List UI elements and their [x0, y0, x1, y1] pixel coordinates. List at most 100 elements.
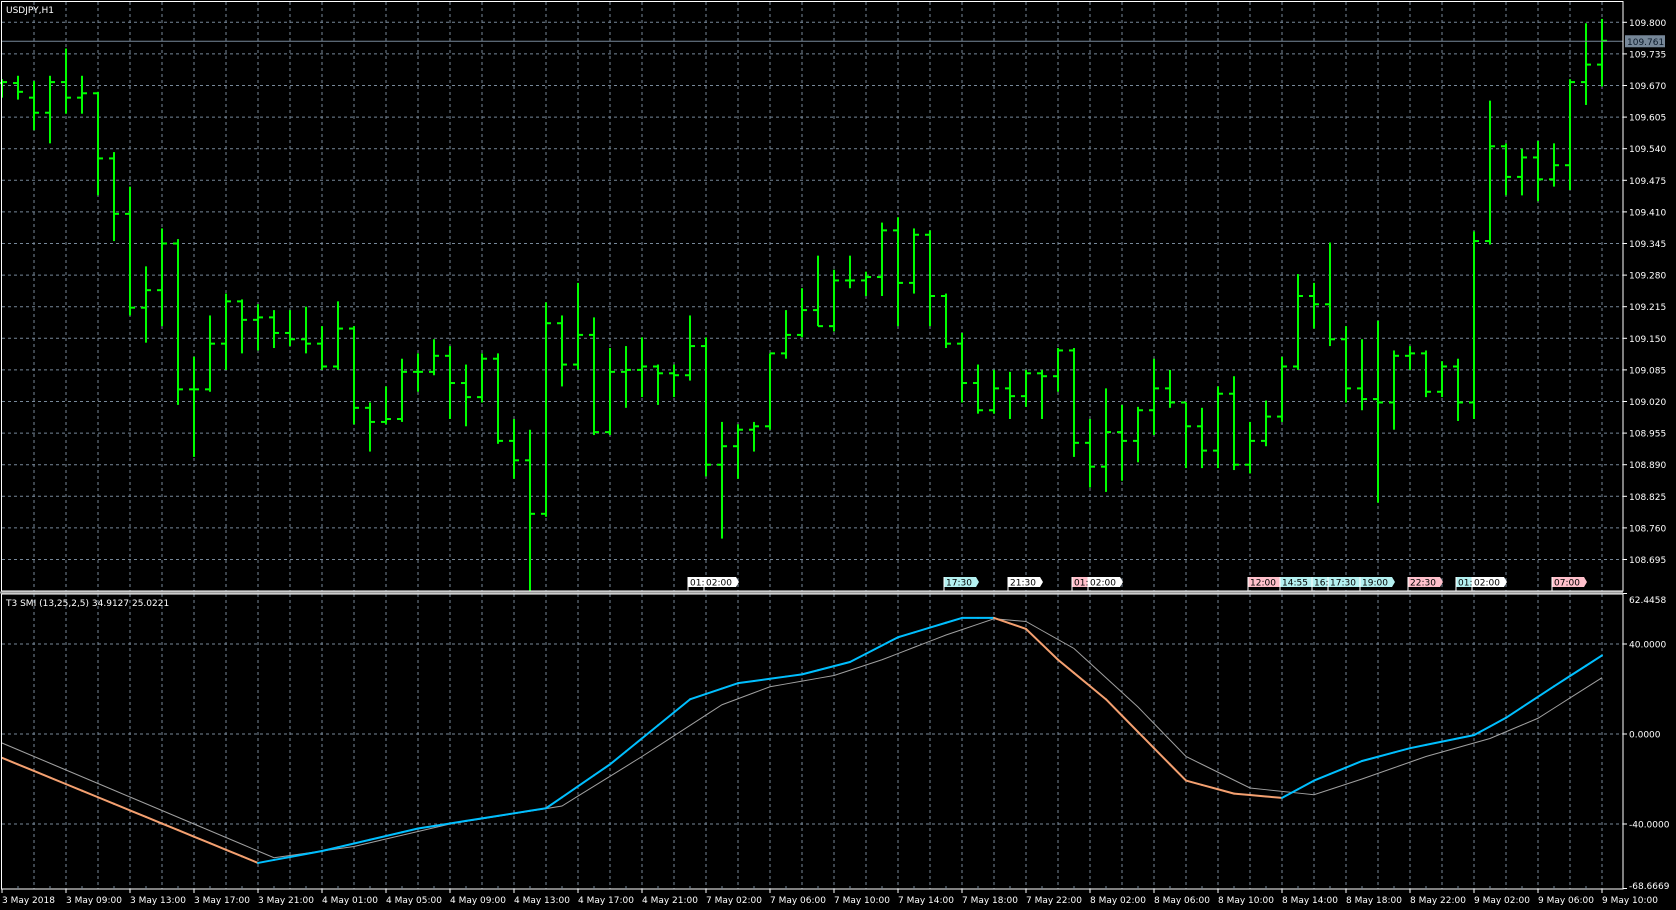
ohlc-bar [1277, 357, 1287, 422]
smi-line-rising [530, 808, 546, 811]
smi-line-falling [1234, 794, 1250, 795]
ohlc-bar [925, 230, 935, 326]
ohlc-bar [1389, 350, 1399, 429]
smi-line-rising [1506, 707, 1522, 718]
smi-line-falling [194, 837, 210, 844]
price-axis-label: 109.150 [1629, 335, 1666, 345]
chart-window: 01:02:0017:3021:3001:02:0012:0014:5516:1… [0, 0, 1676, 910]
smi-line-rising [722, 683, 738, 688]
ohlc-bar [1261, 401, 1271, 447]
ohlc-bar [957, 333, 967, 403]
ohlc-bar [1325, 243, 1335, 347]
smi-line-rising [690, 694, 706, 699]
event-label: 17:30 [946, 579, 972, 589]
smi-line-falling [1266, 796, 1282, 797]
time-axis-label: 4 May 05:00 [386, 896, 442, 906]
event-label: 16: [1314, 579, 1328, 589]
smi-line-falling [1058, 660, 1074, 673]
ohlc-bar [1453, 359, 1463, 421]
ohlc-bar [1037, 370, 1047, 419]
smi-line-falling [1202, 785, 1218, 789]
ohlc-bar [1229, 376, 1239, 470]
smi-line-rising [754, 679, 770, 681]
event-marker: 12:00 [1248, 577, 1283, 591]
ohlc-bar [525, 430, 535, 593]
smi-line-falling [1138, 732, 1154, 748]
ohlc-bar [845, 256, 855, 289]
time-axis-label: 7 May 18:00 [962, 896, 1018, 906]
ohlc-bar [1245, 422, 1255, 474]
smi-line-rising [626, 738, 642, 751]
ohlc-bar [1005, 372, 1015, 419]
ohlc-bar [1597, 19, 1607, 87]
smi-line-falling [82, 791, 98, 798]
price-axis-label: 108.695 [1629, 556, 1666, 566]
event-marker: 02:00 [1088, 577, 1123, 591]
ohlc-bar [653, 365, 663, 405]
ohlc-bar [1437, 361, 1447, 397]
time-axis-label: 4 May 13:00 [514, 896, 570, 906]
smi-line-rising [674, 699, 690, 712]
price-axis-label: 109.020 [1629, 398, 1666, 408]
ohlc-bar [1421, 350, 1431, 397]
smi-line-rising [706, 689, 722, 694]
smi-line-falling [1090, 686, 1106, 699]
smi-line-falling [114, 804, 130, 811]
time-axis-label: 8 May 06:00 [1154, 896, 1210, 906]
smi-line-rising [1474, 726, 1490, 735]
ohlc-bar [589, 317, 599, 435]
ohlc-bar [637, 337, 647, 397]
smi-line-falling [34, 771, 50, 778]
event-label: 21:30 [1010, 579, 1036, 589]
smi-line-falling [210, 843, 226, 850]
ohlc-bar [1501, 143, 1511, 195]
smi-line-falling [50, 778, 66, 785]
event-label: 17:30 [1330, 579, 1356, 589]
event-markers: 01:02:0017:3021:3001:02:0012:0014:5516:1… [688, 577, 1587, 591]
time-axis-label: 9 May 02:00 [1474, 896, 1530, 906]
ohlc-bar [1533, 141, 1543, 201]
ohlc-bar [781, 310, 791, 359]
smi-line-rising [1394, 748, 1410, 752]
smi-line-rising [482, 816, 498, 819]
ohlc-bar [269, 310, 279, 348]
smi-line-rising [1362, 757, 1378, 761]
ohlc-bar [1405, 346, 1415, 370]
time-axis-label: 7 May 10:00 [834, 896, 890, 906]
ohlc-bar [893, 217, 903, 326]
smi-line-rising [1490, 718, 1506, 727]
smi-line-rising [1586, 655, 1602, 665]
ohlc-bar [813, 256, 823, 326]
ohlc-bar [941, 294, 951, 348]
smi-line-falling [1170, 764, 1186, 780]
ohlc-bar [317, 326, 327, 370]
time-axis-label: 8 May 02:00 [1090, 896, 1146, 906]
ohlc-bar [493, 353, 503, 443]
ohlc-bar [1181, 402, 1191, 468]
time-axis-label: 8 May 10:00 [1218, 896, 1274, 906]
smi-line-rising [1458, 735, 1474, 738]
smi-line-falling [1074, 673, 1090, 686]
smi-line-falling [178, 830, 194, 837]
price-axis-label: 109.670 [1629, 82, 1666, 92]
ohlc-bar [557, 315, 567, 386]
time-axis-label: 4 May 01:00 [322, 896, 378, 906]
ohlc-bar [1069, 348, 1079, 457]
event-label: 07:00 [1554, 579, 1580, 589]
ohlc-bar [1373, 321, 1383, 503]
smi-line-rising [818, 666, 834, 670]
ohlc-bar [1469, 231, 1479, 419]
smi-line-falling [146, 817, 162, 824]
time-axis-label: 7 May 06:00 [770, 896, 826, 906]
ohlc-bar [701, 337, 711, 476]
ohlc-bar [749, 422, 759, 452]
event-label: 02:00 [706, 579, 732, 589]
price-axis-label: 109.215 [1629, 303, 1666, 313]
ohlc-bar [285, 310, 295, 346]
smi-line-rising [578, 775, 594, 786]
price-axis-label: 109.605 [1629, 114, 1666, 124]
ohlc-bar [237, 299, 247, 353]
smi-line-falling [994, 618, 1010, 624]
price-axis-label: 109.475 [1629, 177, 1666, 187]
time-axis-label: 3 May 09:00 [66, 896, 122, 906]
